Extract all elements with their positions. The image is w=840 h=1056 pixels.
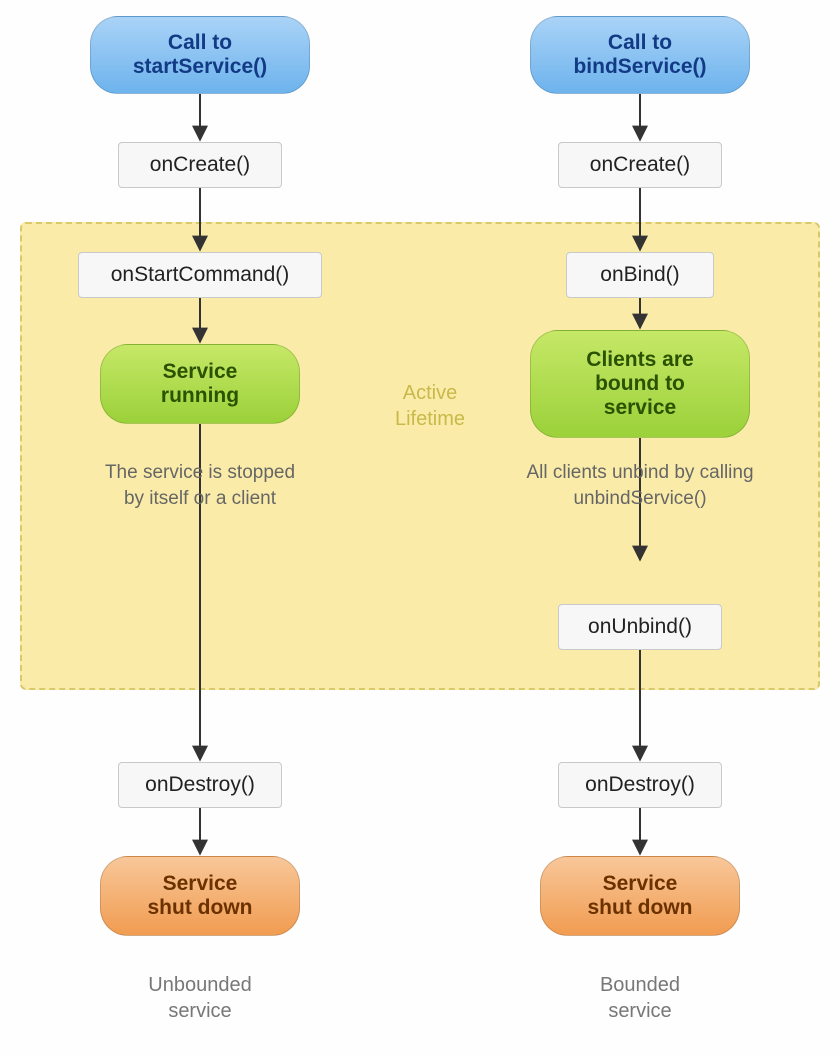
right-oncreate-node: onCreate() [558, 142, 722, 188]
right-onunbind-node: onUnbind() [558, 604, 722, 650]
right-start-label: Call tobindService() [573, 31, 706, 79]
left-start-label: Call tostartService() [133, 31, 267, 79]
left-shutdown-node: Serviceshut down [100, 856, 300, 936]
right-shutdown-node: Serviceshut down [540, 856, 740, 936]
left-oncreate-label: onCreate() [150, 153, 250, 177]
left-start-node: Call tostartService() [90, 16, 310, 94]
right-bound-node: Clients arebound toservice [530, 330, 750, 438]
left-shutdown-label: Serviceshut down [148, 872, 253, 920]
active-lifetime-label: ActiveLifetime [380, 380, 480, 432]
left-ondestroy-node: onDestroy() [118, 762, 282, 808]
left-caption: Unboundedservice [120, 972, 280, 1024]
right-ondestroy-label: onDestroy() [585, 773, 695, 797]
left-onstartcommand-label: onStartCommand() [111, 263, 290, 287]
right-onbind-label: onBind() [600, 263, 679, 287]
right-onunbind-label: onUnbind() [588, 615, 692, 639]
right-onbind-node: onBind() [566, 252, 714, 298]
right-shutdown-label: Serviceshut down [588, 872, 693, 920]
right-ondestroy-node: onDestroy() [558, 762, 722, 808]
right-oncreate-label: onCreate() [590, 153, 690, 177]
left-running-node: Servicerunning [100, 344, 300, 424]
right-bound-label: Clients arebound toservice [586, 348, 693, 420]
right-caption: Boundedservice [560, 972, 720, 1024]
left-onstartcommand-node: onStartCommand() [78, 252, 322, 298]
left-oncreate-node: onCreate() [118, 142, 282, 188]
left-running-label: Servicerunning [161, 360, 239, 408]
right-start-node: Call tobindService() [530, 16, 750, 94]
left-note: The service is stoppedby itself or a cli… [60, 460, 340, 511]
left-ondestroy-label: onDestroy() [145, 773, 255, 797]
right-note: All clients unbind by callingunbindServi… [490, 460, 790, 511]
service-lifecycle-diagram: Call tostartService() onCreate() onStart… [0, 0, 840, 1056]
